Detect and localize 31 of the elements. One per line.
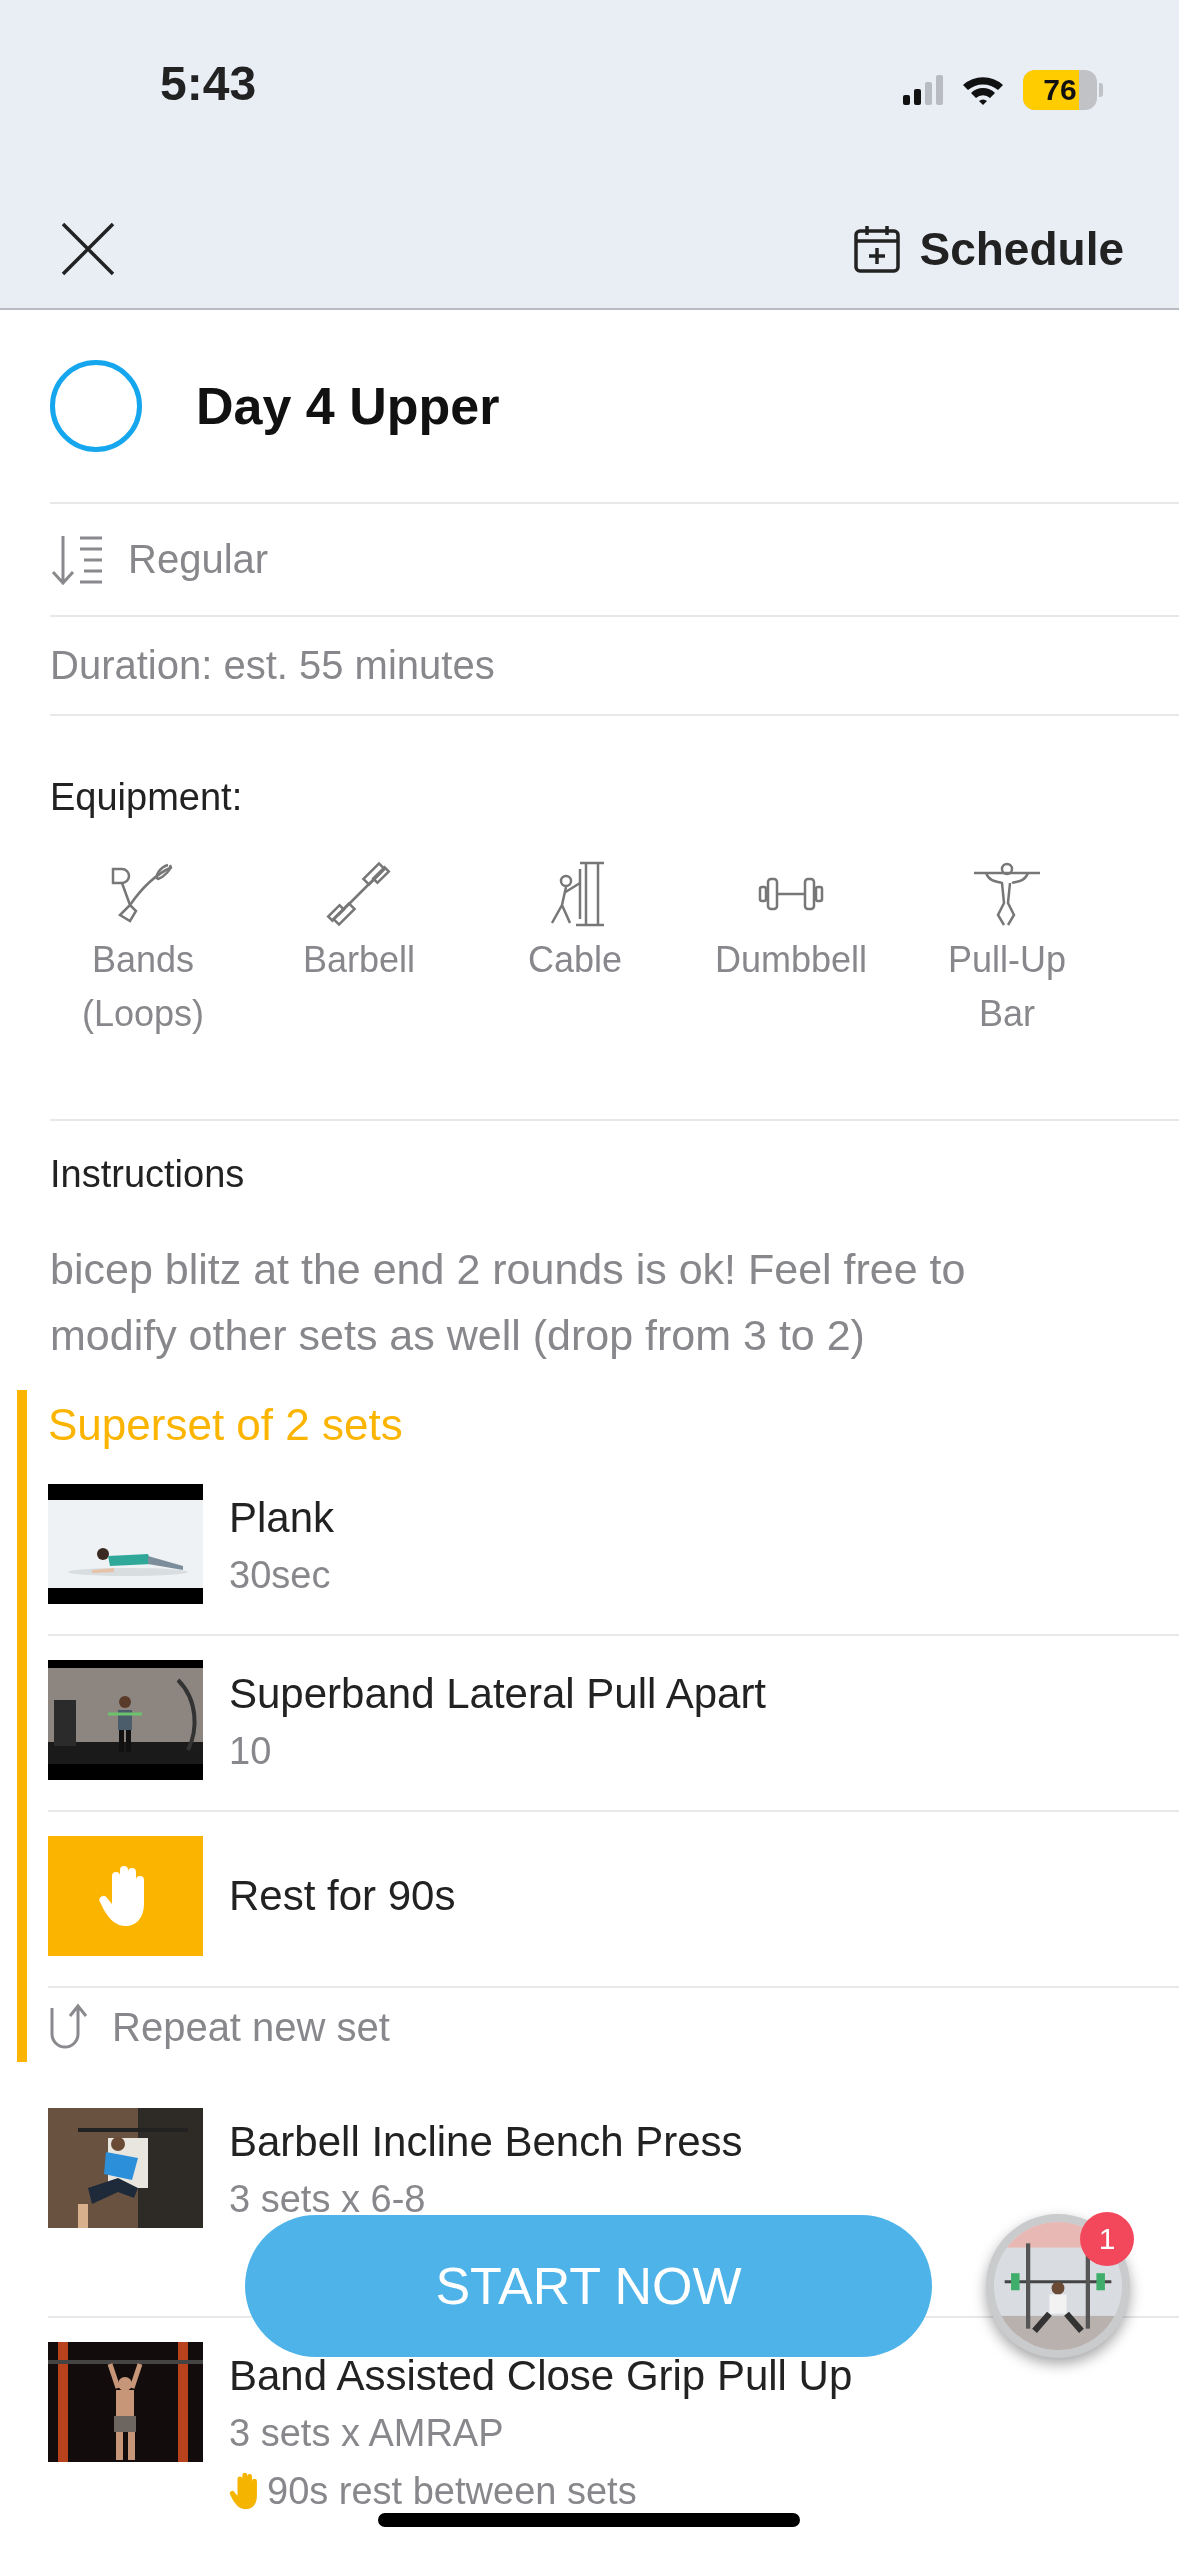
- schedule-button[interactable]: Schedule: [853, 222, 1124, 276]
- close-button[interactable]: [60, 221, 116, 277]
- exercise-name: Barbell Incline Bench Press: [229, 2117, 743, 2167]
- start-button[interactable]: START NOW: [245, 2215, 932, 2357]
- close-icon: [60, 221, 116, 277]
- exercise-name: Plank: [229, 1493, 335, 1543]
- superset-title: Superset of 2 sets: [48, 1399, 404, 1451]
- instructions-text: bicep blitz at the end 2 rounds is ok! Feel free to modify other sets as well (drop from 3 to 2): [50, 1244, 967, 1361]
- instructions-heading: Instructions: [50, 1153, 246, 1196]
- rest-label: Rest for 90s: [229, 1871, 456, 1921]
- exercise-detail: 3 sets x AMRAP: [229, 2411, 505, 2456]
- signal-icon: [903, 75, 943, 105]
- equipment-label: Bands (Loops): [80, 938, 206, 1036]
- completion-checkbox[interactable]: [50, 360, 142, 452]
- workout-duration: Duration: est. 55 minutes: [50, 643, 495, 688]
- equipment-label: Cable: [527, 938, 623, 982]
- workout-order: Regular: [128, 537, 269, 582]
- repeat-label: Repeat new set: [112, 2004, 390, 2050]
- workout-title: Day 4 Upper: [196, 376, 500, 436]
- exercise-detail: 10: [229, 1729, 273, 1774]
- equipment-label: Dumbbell: [714, 938, 868, 982]
- exercise-detail: 30sec: [229, 1553, 332, 1598]
- calendar-add-icon: [853, 224, 902, 274]
- wifi-icon: [961, 74, 1005, 106]
- equipment-label: Pull-Up Bar: [946, 938, 1067, 1036]
- notification-badge: 1: [1080, 2212, 1134, 2266]
- status-time: 5:43: [160, 56, 257, 111]
- equipment-label: Barbell: [302, 938, 416, 982]
- equipment-heading: Equipment:: [50, 776, 244, 819]
- rest-note: 90s rest between sets: [267, 2469, 637, 2514]
- exercise-name: Superband Lateral Pull Apart: [229, 1669, 767, 1719]
